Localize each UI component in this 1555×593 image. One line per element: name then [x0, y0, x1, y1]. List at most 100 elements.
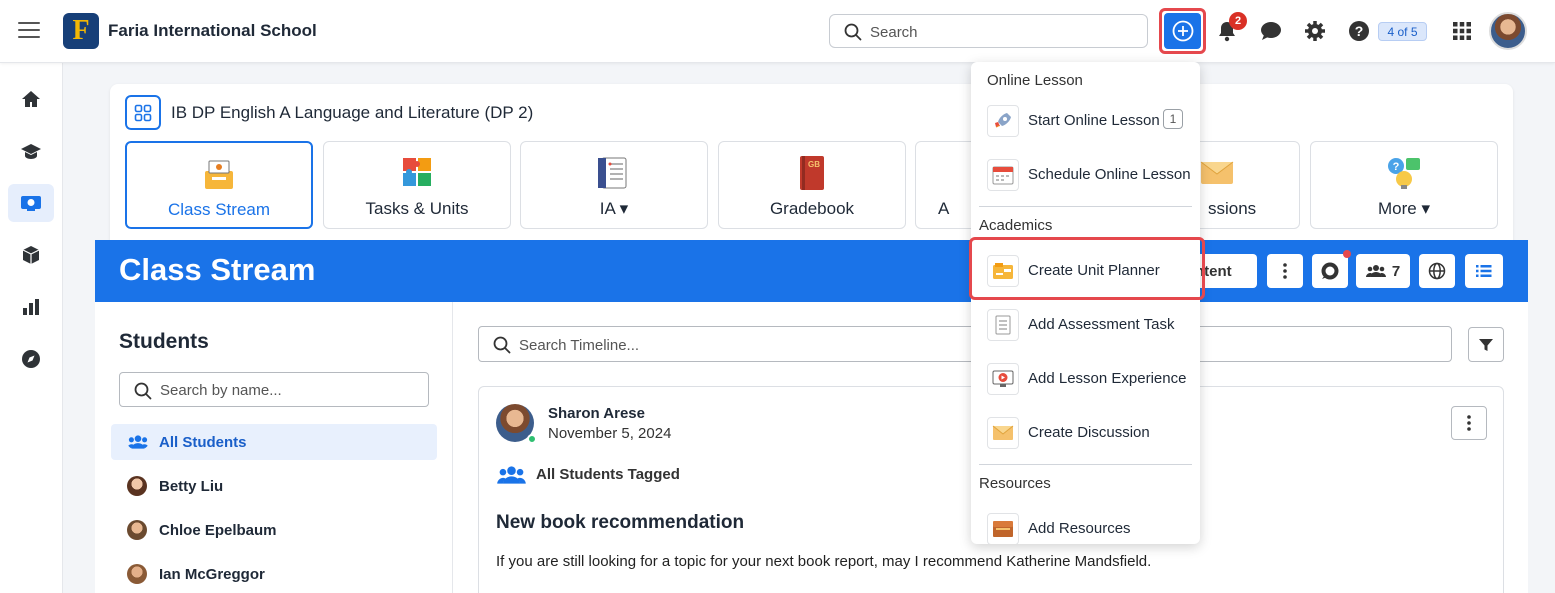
settings-gear-icon[interactable] — [1303, 19, 1327, 43]
globe-icon[interactable] — [1419, 254, 1455, 288]
help-icon[interactable]: ? — [1347, 19, 1371, 43]
post-author[interactable]: Sharon Arese — [548, 405, 645, 422]
tab-tasks-units[interactable]: Tasks & Units — [323, 141, 511, 229]
section-academics: Academics — [979, 217, 1053, 234]
compass-icon[interactable] — [8, 340, 54, 378]
menu-item-add-lesson-experience[interactable]: Add Lesson Experience — [971, 356, 1200, 402]
hamburger-menu-icon[interactable] — [18, 22, 40, 40]
school-logo[interactable]: F — [63, 13, 99, 49]
global-search[interactable] — [829, 14, 1148, 48]
section-online-lesson: Online Lesson — [987, 72, 1083, 89]
home-icon[interactable] — [8, 80, 54, 118]
student-search-input[interactable] — [160, 380, 420, 400]
course-header-card: IB DP English A Language and Literature … — [110, 84, 1513, 249]
menu-item-label: Schedule Online Lesson — [1028, 166, 1191, 183]
student-label: Chloe Epelbaum — [159, 522, 277, 539]
course-grid-icon[interactable] — [125, 95, 161, 130]
menu-item-add-resources[interactable]: Add Resources — [971, 506, 1200, 544]
menu-item-schedule-online-lesson[interactable]: Schedule Online Lesson — [971, 152, 1200, 198]
menu-item-create-discussion[interactable]: Create Discussion — [971, 410, 1200, 456]
add-content-label: ntent — [1195, 262, 1232, 280]
post-tagged: All Students Tagged — [536, 466, 680, 483]
students-title: Students — [119, 330, 209, 353]
messages-unread-dot — [1343, 250, 1351, 258]
menu-item-create-unit-planner[interactable]: Create Unit Planner — [971, 248, 1200, 294]
menu-item-label: Add Assessment Task — [1028, 316, 1175, 333]
menu-divider — [979, 464, 1192, 465]
filter-icon[interactable] — [1468, 327, 1504, 362]
menu-item-label: Start Online Lesson — [1028, 112, 1160, 129]
top-bar: F Faria International School 2 ? 4 of 5 — [0, 0, 1555, 63]
menu-item-label: Add Resources — [1028, 520, 1131, 537]
messages-icon[interactable] — [1312, 254, 1348, 288]
post-date: November 5, 2024 — [548, 425, 672, 442]
puzzle-icon — [403, 158, 431, 186]
user-avatar[interactable] — [1489, 12, 1527, 50]
notifications-badge: 2 — [1229, 12, 1247, 30]
resources-icon — [987, 513, 1019, 544]
create-dropdown-menu: Online Lesson Start Online Lesson 1 Sche… — [971, 62, 1200, 544]
create-button[interactable] — [1164, 13, 1201, 49]
menu-item-add-assessment-task[interactable]: Add Assessment Task — [971, 302, 1200, 348]
svg-text:GB: GB — [808, 160, 820, 169]
add-content-button[interactable]: ntent — [1195, 254, 1257, 288]
search-icon — [844, 23, 862, 41]
student-item-all[interactable]: All Students — [111, 424, 437, 460]
tab-ia[interactable]: IA ▾ — [520, 141, 708, 229]
box-icon[interactable] — [8, 236, 54, 274]
search-icon — [134, 382, 152, 400]
tab-class-stream-label: Class Stream — [167, 200, 271, 219]
list-view-icon[interactable] — [1465, 254, 1503, 288]
tab-gradebook[interactable]: GB Gradebook — [718, 141, 906, 229]
online-status-dot — [527, 434, 537, 444]
student-search[interactable] — [119, 372, 429, 407]
avatar — [127, 564, 147, 584]
tab-tasks-units-label: Tasks & Units — [365, 199, 469, 218]
envelope-icon — [987, 417, 1019, 449]
classes-icon[interactable] — [8, 184, 54, 222]
graduation-cap-icon[interactable] — [8, 132, 54, 170]
apps-grid-icon[interactable] — [1450, 19, 1474, 43]
discussions-icon — [1200, 161, 1234, 184]
student-label: Betty Liu — [159, 478, 224, 495]
menu-item-start-online-lesson[interactable]: Start Online Lesson 1 — [971, 98, 1200, 144]
banner-title: Class Stream — [119, 252, 316, 287]
menu-item-label: Add Lesson Experience — [1028, 370, 1187, 387]
account-switch-pill[interactable]: 4 of 5 — [1378, 22, 1427, 41]
tab-more-label: More ▾ — [1378, 199, 1430, 218]
menu-item-label: Create Unit Planner — [1028, 262, 1160, 279]
school-name[interactable]: Faria International School — [108, 21, 317, 41]
class-stream-banner: Class Stream ntent 7 — [95, 240, 1528, 302]
post-body: If you are still looking for a topic for… — [496, 553, 1152, 570]
student-label: Ian McGreggor — [159, 566, 265, 583]
avatar — [127, 520, 147, 540]
student-label: All Students — [159, 434, 247, 451]
menu-item-label: Create Discussion — [1028, 424, 1150, 441]
plus-circle-icon — [1172, 20, 1193, 42]
student-item[interactable]: Ian McGreggor — [111, 556, 437, 592]
users-icon — [1365, 265, 1386, 277]
timeline-search[interactable] — [478, 326, 1452, 362]
online-lesson-count-badge: 1 — [1163, 109, 1183, 129]
chat-icon[interactable] — [1259, 19, 1283, 43]
student-item[interactable]: Chloe Epelbaum — [111, 512, 437, 548]
global-search-input[interactable] — [870, 21, 1130, 43]
tab-more[interactable]: ? More ▾ — [1310, 141, 1498, 229]
avatar — [127, 476, 147, 496]
student-item[interactable]: Betty Liu — [111, 468, 437, 504]
banner-kebab-icon[interactable] — [1267, 254, 1303, 288]
unit-planner-icon — [987, 255, 1019, 287]
timeline-search-input[interactable] — [519, 335, 1419, 355]
students-count-button[interactable]: 7 — [1356, 254, 1410, 288]
users-icon — [497, 466, 526, 484]
search-icon — [493, 336, 511, 354]
analytics-icon[interactable] — [8, 288, 54, 326]
section-resources: Resources — [979, 475, 1051, 492]
class-stream-icon — [205, 160, 233, 189]
rocket-icon — [987, 105, 1019, 137]
tab-ia-label: IA ▾ — [599, 199, 629, 218]
lesson-experience-icon — [987, 363, 1019, 395]
post-kebab-icon[interactable] — [1451, 406, 1487, 440]
tab-class-stream[interactable]: Class Stream — [125, 141, 313, 229]
users-icon — [127, 435, 149, 449]
